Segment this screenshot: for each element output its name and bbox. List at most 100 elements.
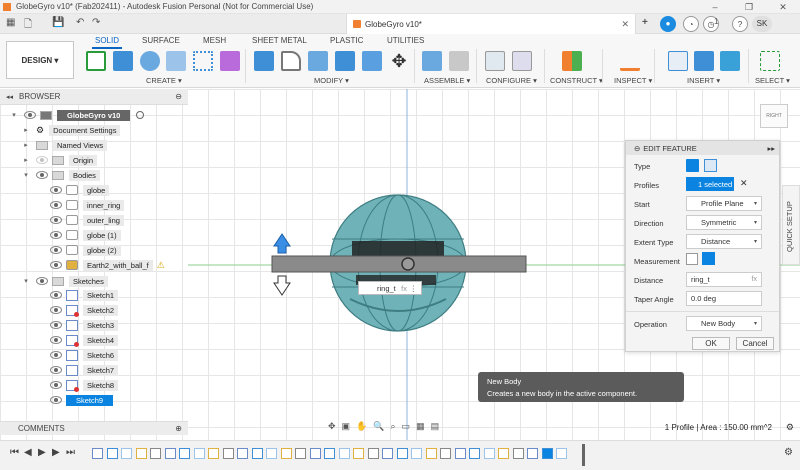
visibility-icon[interactable]: [36, 171, 48, 179]
configure-icon[interactable]: [512, 51, 532, 71]
close-window-button[interactable]: ✕: [766, 0, 800, 14]
timeline-feature-icon[interactable]: [483, 448, 495, 459]
timeline-feature-icon[interactable]: [237, 448, 248, 459]
taper-angle-input[interactable]: 0.0 deg: [686, 291, 762, 306]
tree-root[interactable]: ▾ GlobeGyro v10: [10, 108, 145, 122]
pattern-icon[interactable]: [193, 51, 213, 71]
timeline-feature-icon[interactable]: [193, 448, 205, 459]
visibility-icon[interactable]: [50, 351, 62, 359]
browser-options-icon[interactable]: ⊖: [175, 92, 182, 101]
visibility-off-icon[interactable]: [36, 156, 48, 164]
timeline-feature-icon[interactable]: [469, 448, 480, 459]
redo-icon[interactable]: ↷: [92, 17, 100, 28]
tab-utilities[interactable]: UTILITIES: [387, 36, 424, 45]
visibility-icon[interactable]: [50, 216, 62, 224]
insert-image-icon[interactable]: [720, 51, 740, 71]
visibility-icon[interactable]: [50, 321, 62, 329]
configure-menu[interactable]: CONFIGURE ▾: [486, 76, 537, 85]
operation-dropdown[interactable]: New Body ▾: [686, 316, 762, 331]
measure-symmetric-whole-icon[interactable]: [702, 252, 715, 265]
move-icon[interactable]: ✥: [389, 51, 409, 71]
user-avatar[interactable]: SK: [752, 16, 772, 32]
go-to-end-icon[interactable]: ⏭: [66, 447, 75, 458]
timeline-feature-icon[interactable]: [179, 448, 190, 459]
start-dropdown[interactable]: Profile Plane ▾: [686, 196, 762, 211]
file-icon[interactable]: 🗋: [24, 17, 32, 34]
select-menu[interactable]: SELECT ▾: [755, 76, 790, 85]
fillet-icon[interactable]: [281, 51, 301, 71]
sketch-item[interactable]: Sketch8: [50, 378, 119, 392]
timeline-settings-icon[interactable]: ⚙: [784, 447, 793, 458]
timeline-feature-icon[interactable]: [541, 448, 553, 459]
collapse-arrow-icon[interactable]: ▾: [22, 171, 30, 179]
tab-mesh[interactable]: MESH: [203, 36, 226, 45]
visibility-icon[interactable]: [50, 396, 62, 404]
inspect-menu[interactable]: INSPECT ▾: [614, 76, 652, 85]
timeline-feature-icon[interactable]: [251, 448, 263, 459]
warning-icon[interactable]: ⚠: [157, 260, 165, 271]
timeline-feature-icon[interactable]: [106, 448, 118, 459]
zoom-icon[interactable]: 🔍: [373, 421, 384, 432]
close-tab-icon[interactable]: ✕: [621, 19, 629, 30]
extrude-icon[interactable]: [113, 51, 133, 71]
timeline-feature-icon[interactable]: [440, 448, 451, 459]
timeline-feature-icon[interactable]: [295, 448, 306, 459]
timeline-feature-icon[interactable]: [266, 448, 277, 459]
timeline-feature-icon[interactable]: [150, 448, 161, 459]
visibility-icon[interactable]: [50, 201, 62, 209]
minimize-button[interactable]: –: [698, 0, 732, 14]
view-cube[interactable]: RIGHT: [760, 104, 788, 128]
thin-extrude-icon[interactable]: [704, 159, 717, 172]
tab-sheet-metal[interactable]: SHEET METAL: [252, 36, 307, 45]
look-at-icon[interactable]: ▣: [342, 421, 351, 432]
grid-menu-icon[interactable]: ▦: [6, 17, 15, 28]
document-tab[interactable]: GlobeGyro v10* ✕: [346, 14, 636, 34]
construct-menu[interactable]: CONSTRUCT ▾: [550, 76, 603, 85]
sketch-item[interactable]: Sketch3: [50, 318, 119, 332]
timeline-feature-icon[interactable]: [338, 448, 350, 459]
insert-derive-icon[interactable]: [668, 51, 688, 71]
step-forward-icon[interactable]: ▶: [52, 447, 60, 458]
shell-icon[interactable]: [335, 51, 355, 71]
viewports-icon[interactable]: ▤: [431, 421, 440, 432]
chamfer-icon[interactable]: [308, 51, 328, 71]
body-item[interactable]: inner_ring: [50, 198, 125, 212]
timeline-feature-icon[interactable]: [454, 448, 466, 459]
hole-icon[interactable]: [166, 51, 186, 71]
collapse-arrow-icon[interactable]: ▾: [10, 111, 18, 119]
new-component-icon[interactable]: [422, 51, 442, 71]
expand-arrow-icon[interactable]: ▸: [22, 126, 30, 134]
visibility-icon[interactable]: [50, 246, 62, 254]
expand-arrow-icon[interactable]: ▸: [22, 156, 30, 164]
parameters-icon[interactable]: [485, 51, 505, 71]
tree-item-sketches[interactable]: ▾ Sketches: [22, 274, 108, 288]
cancel-button[interactable]: Cancel: [736, 337, 774, 350]
body-item[interactable]: outer_ling: [50, 213, 124, 227]
sketch-item[interactable]: Sketch1: [50, 288, 119, 302]
zoom-window-icon[interactable]: ⌕: [391, 421, 396, 432]
pan-icon[interactable]: ✋: [356, 421, 367, 432]
tab-surface[interactable]: SURFACE: [142, 36, 180, 45]
collapse-icon[interactable]: ⊖: [634, 144, 640, 153]
measure-icon[interactable]: [620, 59, 640, 71]
status-settings-icon[interactable]: ⚙: [786, 422, 794, 433]
save-icon[interactable]: 💾: [52, 17, 64, 28]
press-pull-icon[interactable]: [254, 51, 274, 71]
tree-item-document-settings[interactable]: ▸ ⚙ Document Settings: [22, 123, 121, 137]
body-item[interactable]: globe (2): [50, 243, 121, 257]
timeline-feature-icon[interactable]: [324, 448, 335, 459]
timeline-feature-icon[interactable]: [367, 448, 379, 459]
orbit-icon[interactable]: ✥: [328, 421, 336, 432]
visibility-icon[interactable]: [50, 366, 62, 374]
combine-icon[interactable]: [362, 51, 382, 71]
distance-input[interactable]: ring_t fx: [686, 272, 762, 287]
measure-symmetric-half-icon[interactable]: [686, 253, 698, 265]
job-status-icon[interactable]: ◔: [683, 16, 699, 32]
joint-icon[interactable]: [449, 51, 469, 71]
timeline-feature-icon[interactable]: [382, 448, 393, 459]
timeline-marker[interactable]: [582, 444, 585, 466]
extensions-icon[interactable]: ●: [660, 16, 676, 32]
modify-menu[interactable]: MODIFY ▾: [314, 76, 349, 85]
body-item[interactable]: globe: [50, 183, 110, 197]
timeline-feature-icon[interactable]: [280, 448, 292, 459]
